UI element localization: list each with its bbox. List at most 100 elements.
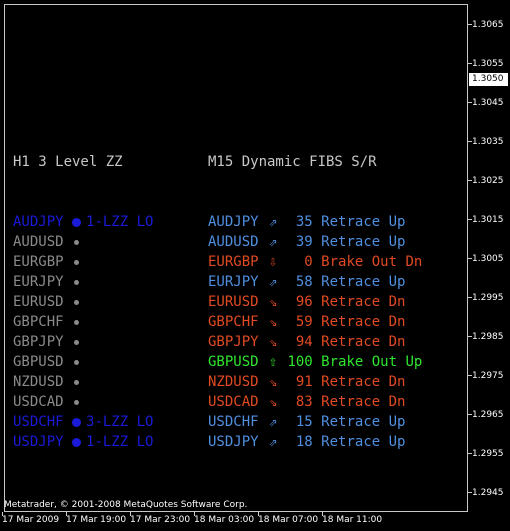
fibs-row: USDCHF ⇗ 15 Retrace Up [208,412,422,432]
fibs-row: EURJPY ⇗ 58 Retrace Up [208,272,422,292]
direction-arrow-icon: ⇗ [268,414,278,430]
pair-label: USDJPY [13,434,64,450]
signal-label: Brake Out Dn [321,254,423,270]
signal-label: Retrace Dn [321,374,406,390]
fibs-row: GBPJPY ⇘ 94 Retrace Dn [208,332,422,352]
signal-label: Retrace Up [321,234,406,250]
signal-label: Retrace Up [321,434,406,450]
pair-label: EURJPY [13,274,64,290]
fib-value: 18 [279,434,313,450]
signal-label: Brake Out Up [321,354,423,370]
pair-label: EURGBP [13,254,64,270]
signal-label: Retrace Up [321,414,406,430]
fibs-row: GBPUSD ⇧ 100 Brake Out Up [208,352,422,372]
zz-row: GBPUSD [13,352,153,372]
pair-label: NZDUSD [13,374,64,390]
zz-row: EURUSD [13,292,153,312]
price-label: 1.3015 [472,215,504,225]
fibs-row: GBPCHF ⇘ 59 Retrace Dn [208,312,422,332]
pair-label: GBPJPY [13,334,64,350]
fib-value: 83 [279,394,313,410]
pair-label: EURUSD [208,294,259,310]
fib-value: 0 [279,254,313,270]
signal-label: Retrace Dn [321,334,406,350]
time-label: 17 Mar 2009 [2,515,60,525]
direction-arrow-icon: ⇘ [268,394,278,410]
signal-label: Retrace Dn [321,394,406,410]
inactive-dot-icon [74,299,80,305]
price-axis[interactable]: 1.3050 1.3065 1.3055 1.3045 1.3035 1.3025 1.3… [468,0,510,512]
pair-label: GBPCHF [13,314,64,330]
price-label: 1.3035 [472,137,504,147]
time-label: 18 Mar 11:00 [322,515,383,525]
pair-label: EURUSD [13,294,64,310]
direction-arrow-icon: ⇧ [268,354,278,370]
pair-label: AUDJPY [13,214,64,230]
time-label: 18 Mar 03:00 [194,515,255,525]
inactive-dot-icon [74,399,80,405]
pair-label: EURGBP [208,254,259,270]
fib-value: 58 [279,274,313,290]
pair-label: EURJPY [208,274,259,290]
direction-arrow-icon: ⇘ [268,334,278,350]
direction-arrow-icon: ⇗ [268,274,278,290]
direction-arrow-icon: ⇗ [268,234,278,250]
h1-zz-title: H1 3 Level ZZ [13,154,123,170]
fib-value: 91 [279,374,313,390]
fib-value: 59 [279,314,313,330]
fib-value: 35 [279,214,313,230]
price-label: 1.3025 [472,176,504,186]
current-price-label: 1.3050 [469,73,508,86]
pair-label: AUDUSD [13,234,64,250]
fib-value: 96 [279,294,313,310]
active-dot-icon [72,417,82,427]
zz-status: 1-LZZ LO [86,214,154,230]
pair-label: GBPJPY [208,334,259,350]
zz-status: 3-LZZ LO [86,414,154,430]
time-axis[interactable]: 17 Mar 2009 17 Mar 19:00 17 Mar 23:00 18 Ma… [0,512,468,531]
direction-arrow-icon: ⇘ [268,374,278,390]
fibs-row: USDJPY ⇗ 18 Retrace Up [208,432,422,452]
price-label: 1.2975 [472,371,504,381]
active-dot-icon [72,437,82,447]
inactive-dot-icon [74,239,80,245]
fib-value: 100 [279,354,313,370]
zz-row: AUDUSD [13,232,153,252]
time-label: 17 Mar 19:00 [66,515,127,525]
price-label: 1.3005 [472,254,504,264]
pair-label: USDJPY [208,434,259,450]
direction-arrow-icon: ⇗ [268,214,278,230]
chart-window[interactable]: 1.3050 1.3065 1.3055 1.3045 1.3035 1.3025 1.3… [0,0,510,531]
inactive-dot-icon [74,339,80,345]
price-label: 1.2985 [472,332,504,342]
fibs-row: AUDUSD ⇗ 39 Retrace Up [208,232,422,252]
zz-row: EURGBP [13,252,153,272]
price-label: 1.3045 [472,98,504,108]
pair-label: USDCHF [13,414,64,430]
pair-label: GBPUSD [13,354,64,370]
zz-row: AUDJPY 1-LZZ LO [13,212,153,232]
pair-label: AUDJPY [208,214,259,230]
price-label: 1.2995 [472,293,504,303]
zz-row: USDCAD [13,392,153,412]
pair-label: USDCHF [208,414,259,430]
zz-row: GBPJPY [13,332,153,352]
active-dot-icon [72,217,82,227]
inactive-dot-icon [74,359,80,365]
direction-arrow-icon: ⇗ [268,434,278,450]
h1-zz-panel: H1 3 Level ZZ AUDJPY 1-LZZ LO AUDUSD EURG… [13,112,153,452]
inactive-dot-icon [74,279,80,285]
m15-fibs-panel: M15 Dynamic FIBS S/R AUDJPY ⇗ 35 Retrace… [208,112,422,452]
direction-arrow-icon: ⇘ [268,294,278,310]
price-label: 1.2955 [472,449,504,459]
fib-value: 15 [279,414,313,430]
fibs-row: EURUSD ⇘ 96 Retrace Dn [208,292,422,312]
zz-row: GBPCHF [13,312,153,332]
fibs-row: NZDUSD ⇘ 91 Retrace Dn [208,372,422,392]
time-label: 17 Mar 23:00 [130,515,191,525]
fibs-row: USDCAD ⇘ 83 Retrace Dn [208,392,422,412]
pair-label: AUDUSD [208,234,259,250]
pair-label: NZDUSD [208,374,259,390]
zz-row: EURJPY [13,272,153,292]
zz-row: NZDUSD [13,372,153,392]
